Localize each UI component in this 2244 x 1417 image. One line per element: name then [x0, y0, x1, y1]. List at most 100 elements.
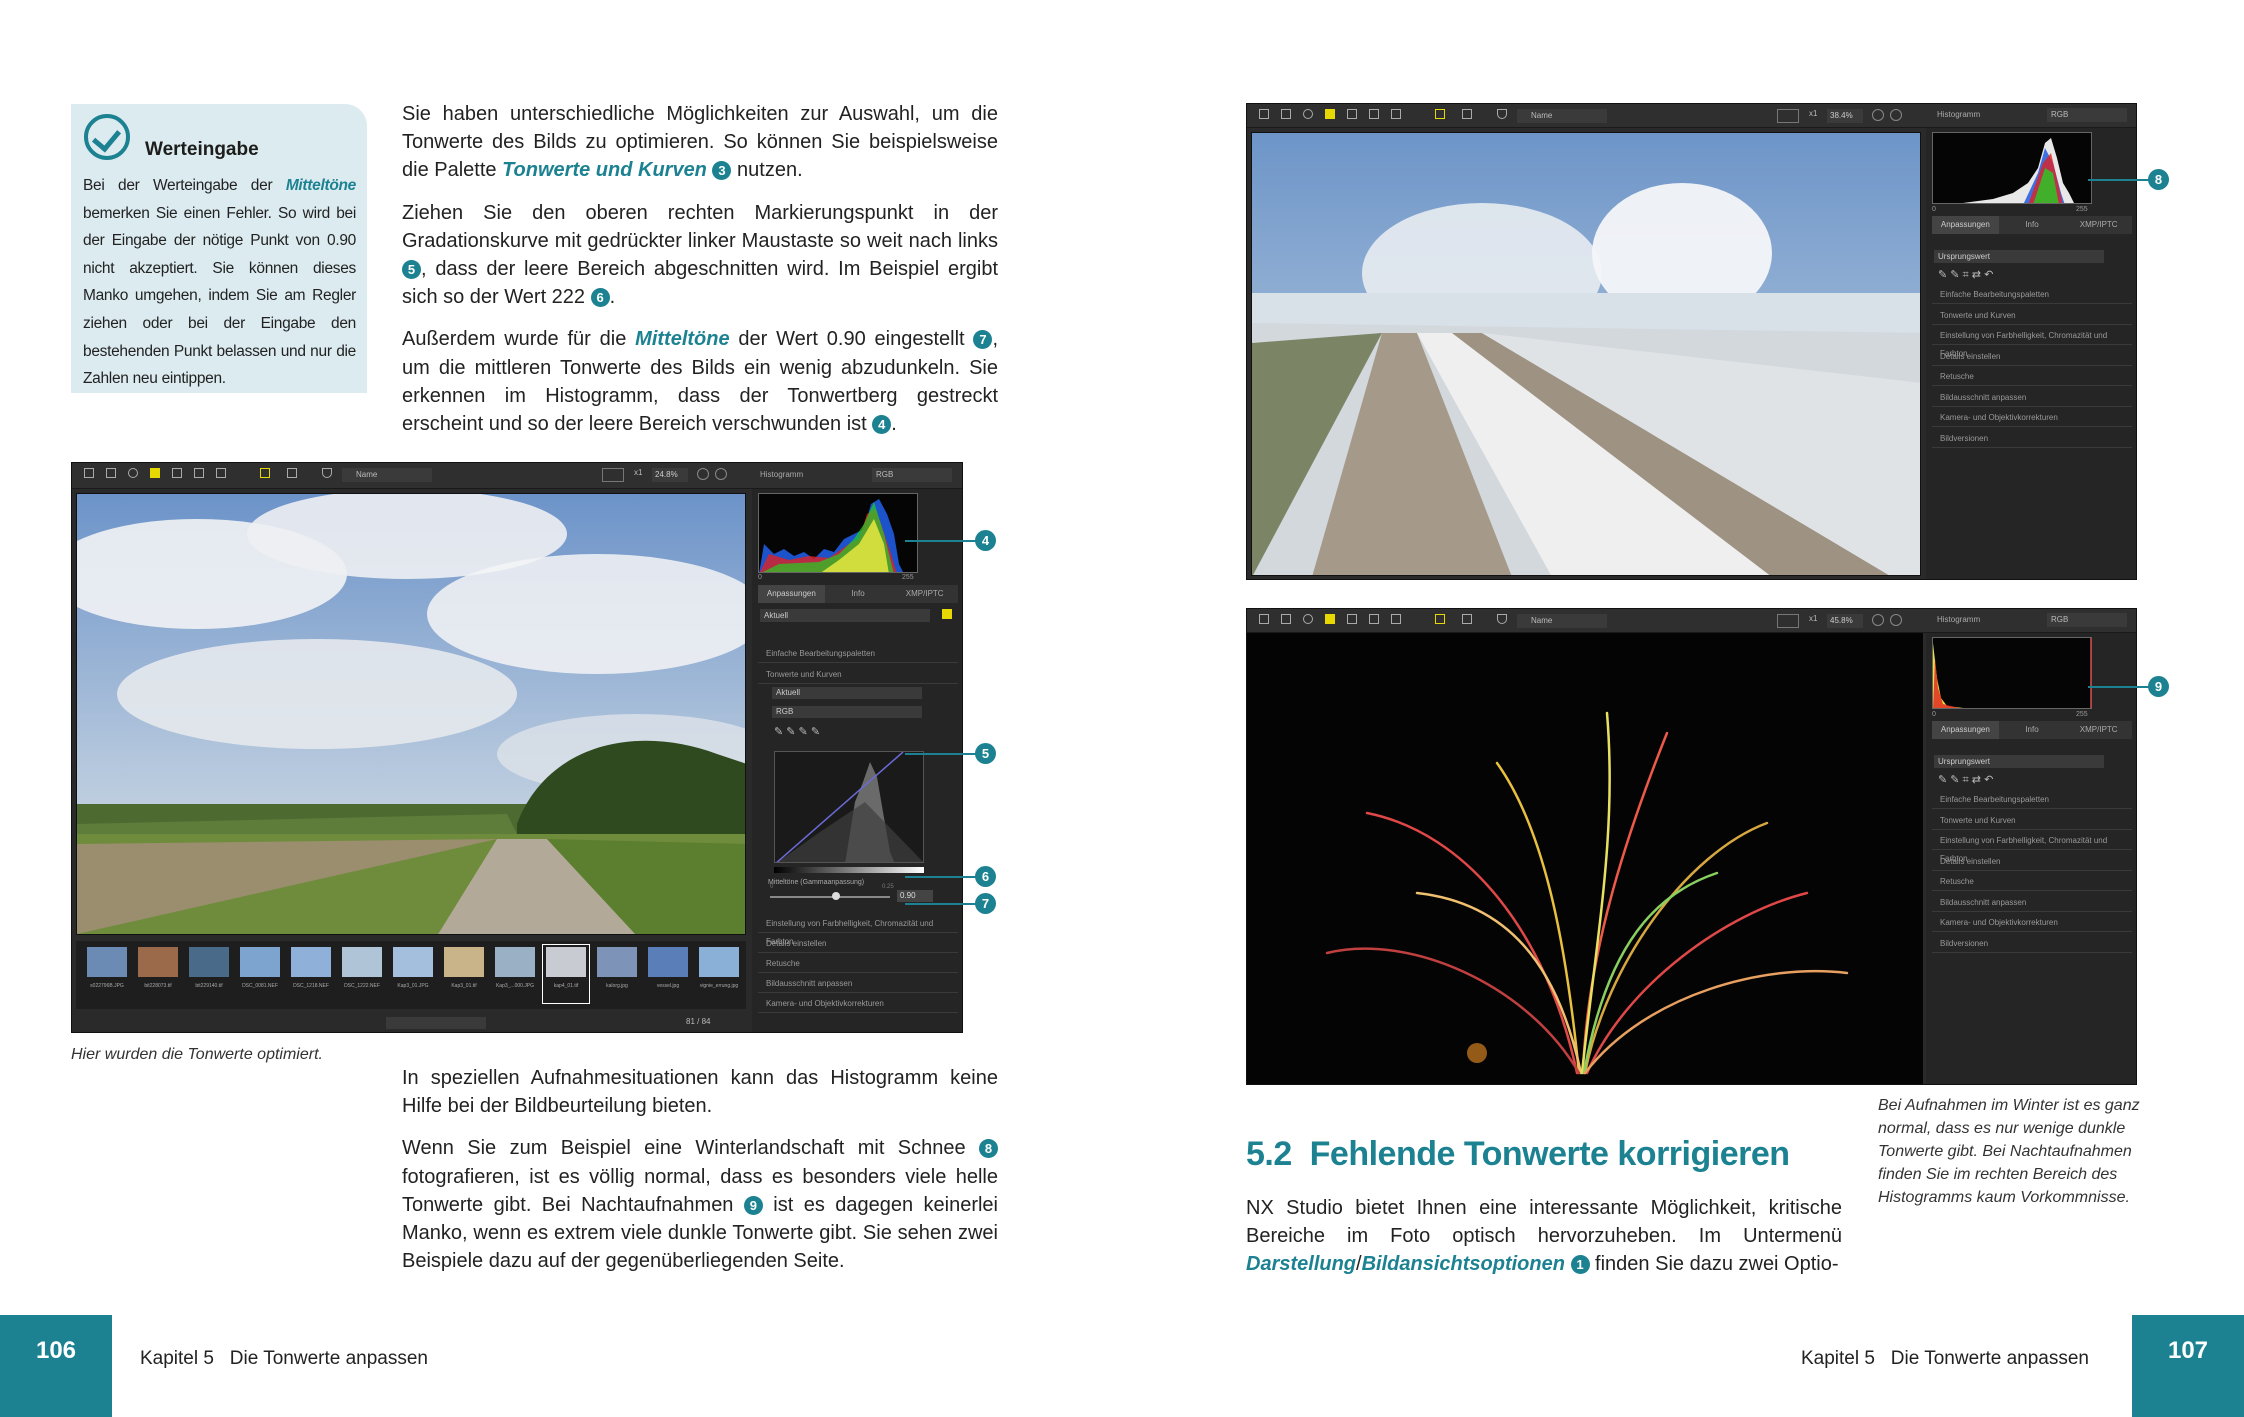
tip-body: Bei der Werteingabe der Mitteltöne bemer… [83, 172, 356, 393]
thumbnail[interactable]: DSC_0081.NEF [237, 945, 283, 1003]
panel-row[interactable]: Retusche [1932, 368, 2132, 386]
zoom-out-icon[interactable] [697, 468, 709, 480]
midtones-min: 0 [770, 884, 774, 890]
panel-row[interactable]: Retusche [758, 955, 958, 973]
panel-row[interactable]: Kamera- und Objektivkorrekturen [758, 995, 958, 1013]
panel-row[interactable]: Bildversionen [1932, 935, 2132, 953]
thumbnail[interactable]: vignie_errung.jpg [696, 945, 742, 1003]
panel-row[interactable]: Details einstellen [1932, 348, 2132, 366]
fit-icon[interactable] [1777, 614, 1799, 628]
thumbnail[interactable]: DSC_1218.NEF [288, 945, 334, 1003]
histogram-mode-select[interactable]: RGB [872, 468, 952, 482]
tab-info[interactable]: Info [825, 585, 892, 603]
zoom-out-icon[interactable] [1872, 614, 1884, 626]
tab-anpassungen[interactable]: Anpassungen [1932, 216, 1999, 234]
slider-handle[interactable] [832, 892, 840, 900]
tool-icons[interactable]: ✎ ✎ ⌗ ⇄ ↶ [1938, 268, 1993, 282]
fit-icon[interactable] [1777, 109, 1799, 123]
zoom-in-icon[interactable] [1890, 614, 1902, 626]
curve-channel-select[interactable]: RGB [772, 706, 922, 718]
tab-xmp-iptc[interactable]: XMP/IPTC [891, 585, 958, 603]
panel-row[interactable]: Retusche [1932, 873, 2132, 891]
quad-icon [1369, 614, 1379, 624]
sort-select[interactable]: Name [342, 468, 432, 482]
callout-9: 9 [2148, 676, 2169, 697]
tab-anpassungen[interactable]: Anpassungen [758, 585, 825, 603]
zoom-in-icon[interactable] [1890, 109, 1902, 121]
tool-icons[interactable]: ✎ ✎ ⌗ ⇄ ↶ [1938, 773, 1993, 787]
preset-select[interactable]: Ursprungswert [1934, 755, 2104, 768]
thumbnail-image [648, 947, 688, 977]
histogram-min: 0 [1932, 206, 1936, 213]
panel-row[interactable]: Einstellung von Farbhelligkeit, Chromazi… [1932, 832, 2132, 863]
preset-select[interactable]: Ursprungswert [1934, 250, 2104, 263]
panel-row[interactable]: Einfache Bearbeitungspaletten [758, 645, 958, 663]
thumbnail[interactable]: s022796B.JPG [84, 945, 130, 1003]
panel-row[interactable]: Einfache Bearbeitungspaletten [1932, 286, 2132, 304]
panel-row[interactable]: Tonwerte und Kurven [1932, 812, 2132, 830]
thumbnail[interactable]: DSC_1222.NEF [339, 945, 385, 1003]
panel-row[interactable]: Bildausschnitt anpassen [1932, 894, 2132, 912]
panel-row[interactable]: Details einstellen [1932, 853, 2132, 871]
zoom-value[interactable]: 24.8% [652, 468, 688, 482]
panel-row[interactable]: Tonwerte und Kurven [1932, 307, 2132, 325]
rating-stars[interactable] [386, 1017, 486, 1029]
curve-preset-select[interactable]: Aktuell [772, 687, 922, 699]
panel-row[interactable]: Kamera- und Objektivkorrekturen [1932, 409, 2132, 427]
thumbnail-label: DSC_1218.NEF [293, 983, 329, 989]
tone-curve[interactable] [774, 751, 924, 863]
callout-8: 8 [2148, 169, 2169, 190]
thumbnail-label: bit228073.tif [144, 983, 172, 989]
panel-row[interactable]: Kamera- und Objektivkorrekturen [1932, 914, 2132, 932]
tip-text: Bei der Werteingabe der [83, 177, 286, 194]
panel-row[interactable]: Einstellung von Farbhelligkeit, Chromazi… [758, 915, 958, 946]
page-number: 106 [0, 1315, 112, 1417]
zoom-in-icon[interactable] [715, 468, 727, 480]
fit-icon[interactable] [602, 468, 624, 482]
panel-row[interactable]: Einfache Bearbeitungspaletten [1932, 791, 2132, 809]
thumbnail[interactable]: Kap3_01.tif [441, 945, 487, 1003]
section-heading: 5.2 Fehlende Tonwerte korrigieren [1246, 1135, 1790, 1173]
tab-xmp-iptc[interactable]: XMP/IPTC [2065, 216, 2132, 234]
page-number: 107 [2132, 1315, 2244, 1417]
tab-xmp-iptc[interactable]: XMP/IPTC [2065, 721, 2132, 739]
zoom-value[interactable]: 45.8% [1827, 614, 1863, 628]
sort-select[interactable]: Name [1517, 109, 1607, 123]
thumbnail[interactable]: vessel.jpg [645, 945, 691, 1003]
thumbnail[interactable]: Kap3_01.JPG [390, 945, 436, 1003]
panel-row[interactable]: Details einstellen [758, 935, 958, 953]
zoom-factor: x1 [634, 468, 643, 477]
thumbnail[interactable]: bit229140.tif [186, 945, 232, 1003]
thumbnail[interactable]: kap4_01.tif [542, 944, 590, 1004]
sort-select[interactable]: Name [1517, 614, 1607, 628]
zoom-value[interactable]: 38.4% [1827, 109, 1863, 123]
thumbnail[interactable]: Kap3_...000.JPG [492, 945, 538, 1003]
eyedropper-icons[interactable]: ✎ ✎ ✎ ✎ [774, 725, 820, 738]
panel-row[interactable]: Tonwerte und Kurven [758, 666, 958, 684]
list-icon [106, 468, 116, 478]
panel-row[interactable]: Einstellung von Farbhelligkeit, Chromazi… [1932, 327, 2132, 358]
callout-line [905, 753, 978, 755]
thumbnail[interactable]: bit228073.tif [135, 945, 181, 1003]
edit-icon [1391, 614, 1401, 624]
preset-select[interactable]: Aktuell [760, 609, 930, 622]
panel-row[interactable]: Bildausschnitt anpassen [1932, 389, 2132, 407]
zoom-out-icon[interactable] [1872, 109, 1884, 121]
tab-info[interactable]: Info [1999, 216, 2066, 234]
palette-name: Tonwerte und Kurven [502, 159, 707, 182]
panel-row[interactable]: Bildversionen [1932, 430, 2132, 448]
histogram-mode-select[interactable]: RGB [2047, 108, 2127, 122]
thumbnail-label: DSC_0081.NEF [242, 983, 278, 989]
thumbnail[interactable]: kalorg.jpg [594, 945, 640, 1003]
histogram-mode-select[interactable]: RGB [2047, 613, 2127, 627]
highlight-icon [260, 468, 270, 478]
running-footer: Kapitel 5 Die Tonwerte anpassen [140, 1348, 428, 1369]
tab-anpassungen[interactable]: Anpassungen [1932, 721, 1999, 739]
thumbnail-image [546, 947, 586, 977]
midtones-slider[interactable] [770, 896, 890, 898]
midtones-input[interactable]: 0.90 [897, 890, 933, 902]
tab-info[interactable]: Info [1999, 721, 2066, 739]
thumbnail-image [699, 947, 739, 977]
panel-row[interactable]: Bildausschnitt anpassen [758, 975, 958, 993]
checkbox[interactable] [942, 609, 952, 619]
